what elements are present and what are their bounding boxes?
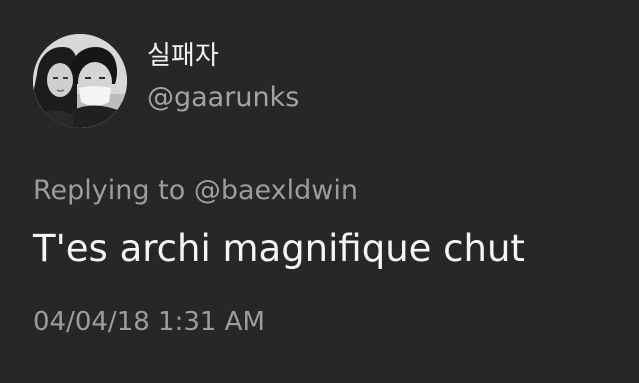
user-handle[interactable]: @gaarunks xyxy=(147,81,299,115)
replying-prefix: Replying to xyxy=(33,175,186,206)
replying-to-line: Replying to @baexldwin xyxy=(33,174,358,208)
profile-photo-icon xyxy=(33,34,127,128)
replying-to-mention[interactable]: @baexldwin xyxy=(194,175,358,206)
tweet-card: 실패자 @gaarunks Replying to @baexldwin T'e… xyxy=(0,0,639,383)
display-name[interactable]: 실패자 xyxy=(147,40,219,72)
tweet-timestamp: 04/04/18 1:31 AM xyxy=(33,307,265,337)
avatar[interactable] xyxy=(33,34,127,128)
tweet-text: T'es archi magnifique chut xyxy=(33,227,525,270)
